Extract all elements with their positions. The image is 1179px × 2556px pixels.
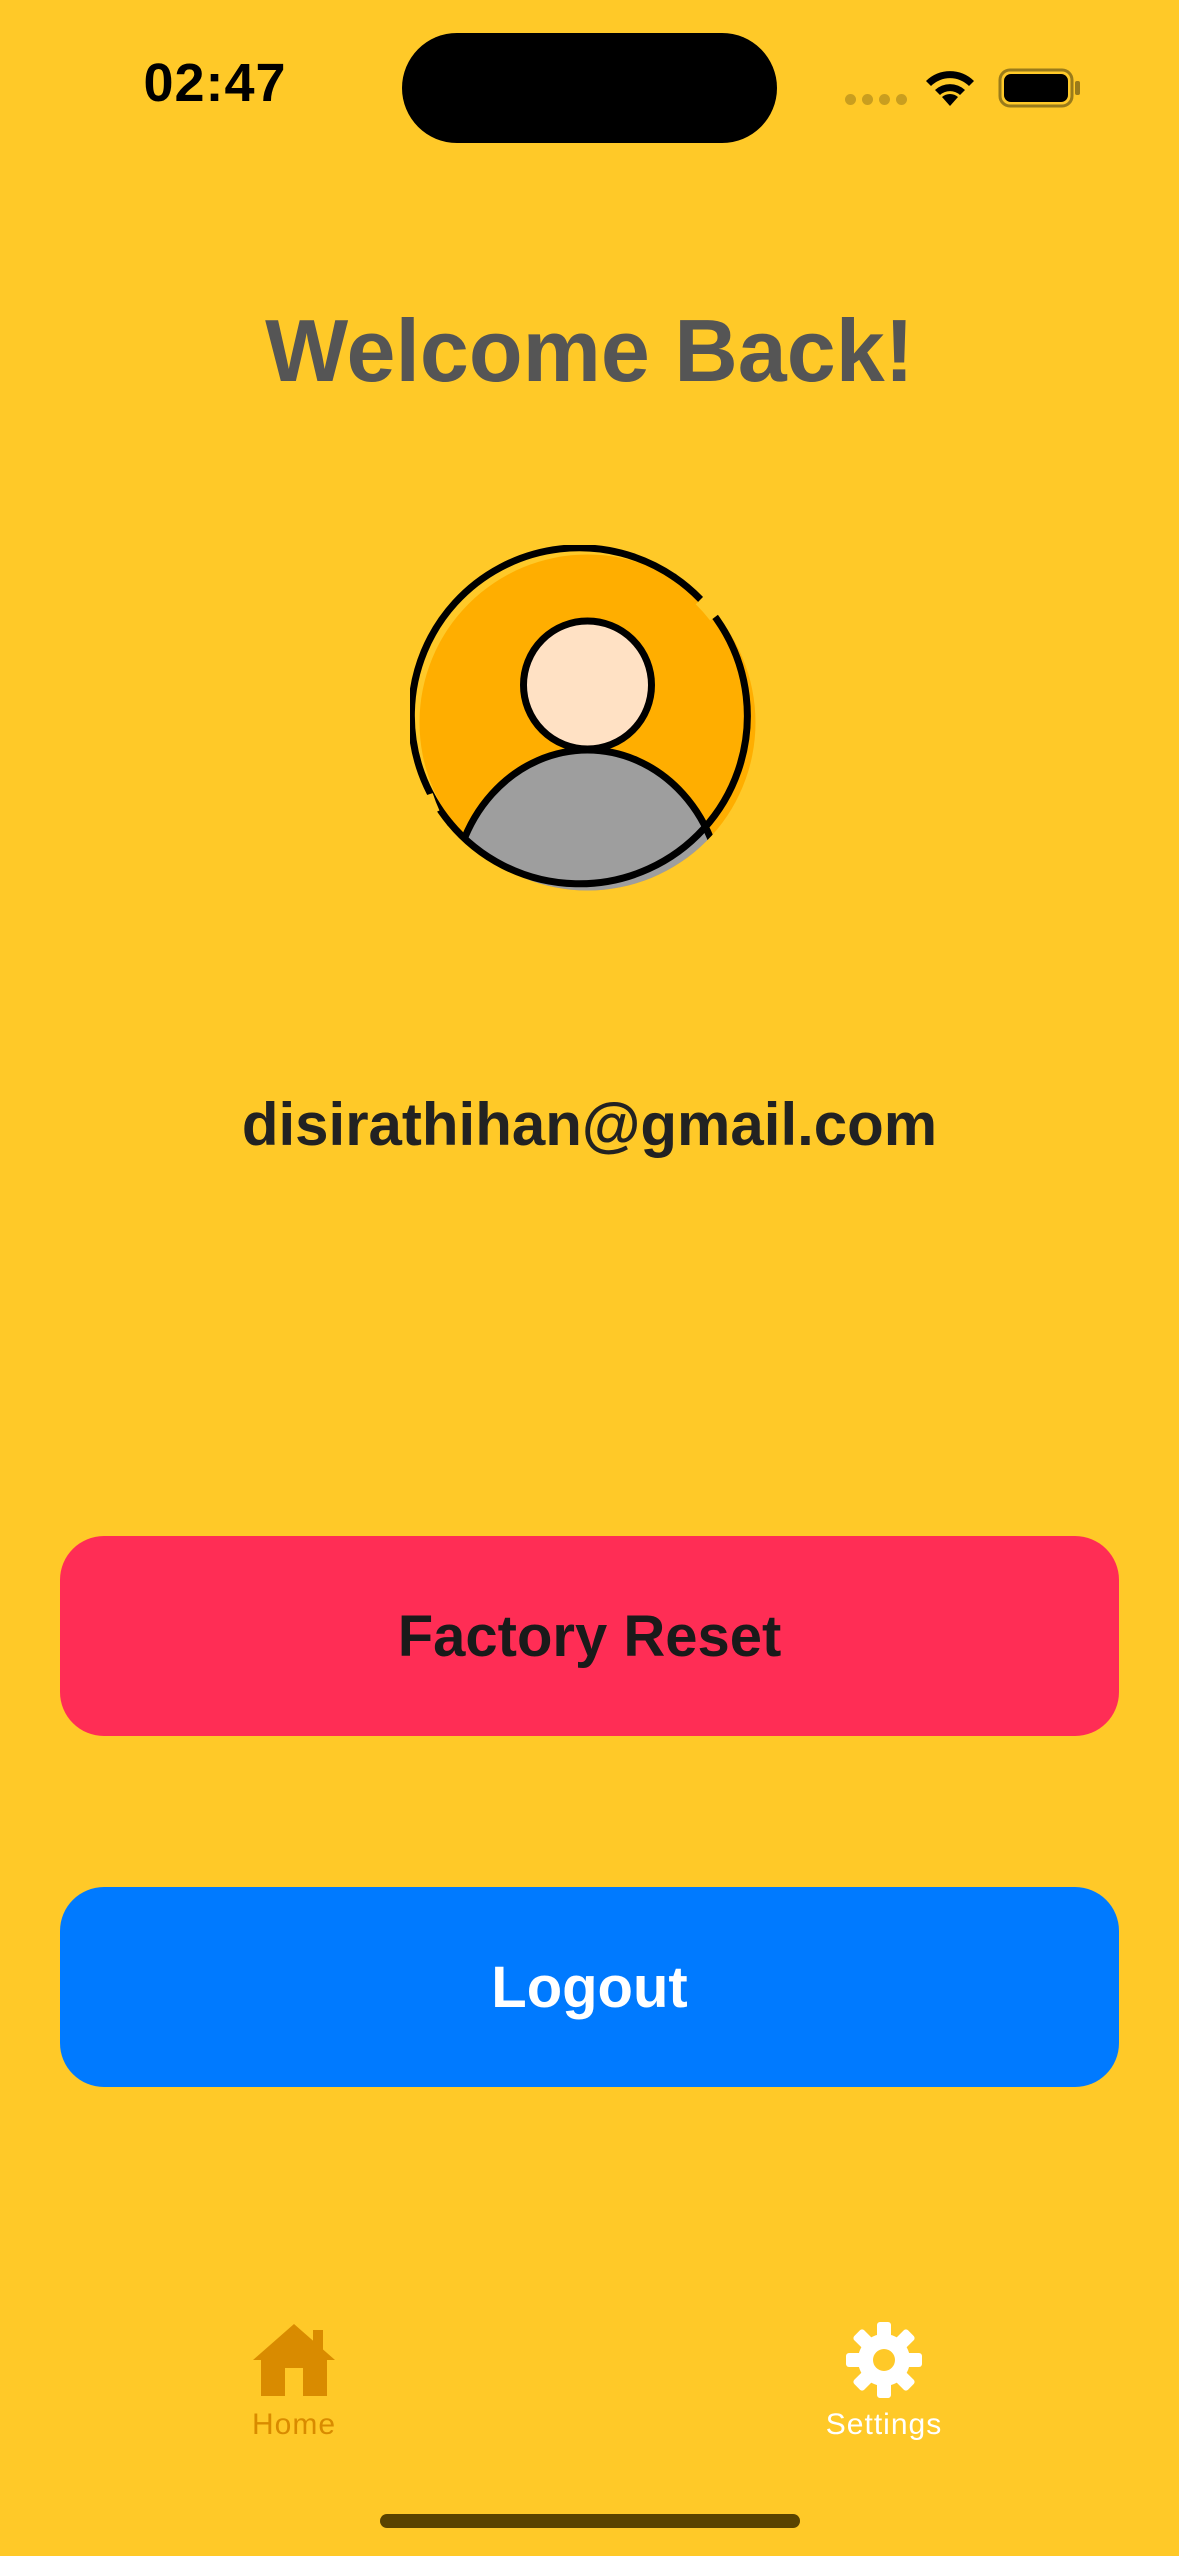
tab-settings-label: Settings — [825, 2408, 943, 2441]
logout-button[interactable]: Logout — [60, 1887, 1119, 2087]
dynamic-island — [402, 33, 777, 143]
tab-settings[interactable]: Settings — [764, 2320, 1004, 2442]
status-time: 02:47 — [143, 53, 287, 113]
wifi-icon — [926, 71, 974, 106]
page-title: Welcome Back! — [265, 301, 914, 400]
factory-reset-label: Factory Reset — [397, 1603, 782, 1669]
user-avatar-icon — [410, 545, 756, 891]
home-indicator[interactable] — [380, 2514, 800, 2528]
logout-label: Logout — [491, 1954, 688, 2020]
tab-home[interactable]: Home — [174, 2320, 414, 2442]
tab-home-label: Home — [251, 2408, 337, 2441]
gear-icon — [846, 2322, 922, 2398]
battery-icon — [998, 68, 1080, 108]
factory-reset-button[interactable]: Factory Reset — [60, 1536, 1119, 1736]
house-icon — [253, 2324, 335, 2396]
user-email: disirathihan@gmail.com — [241, 1091, 938, 1158]
cellular-signal-icon — [845, 94, 907, 105]
